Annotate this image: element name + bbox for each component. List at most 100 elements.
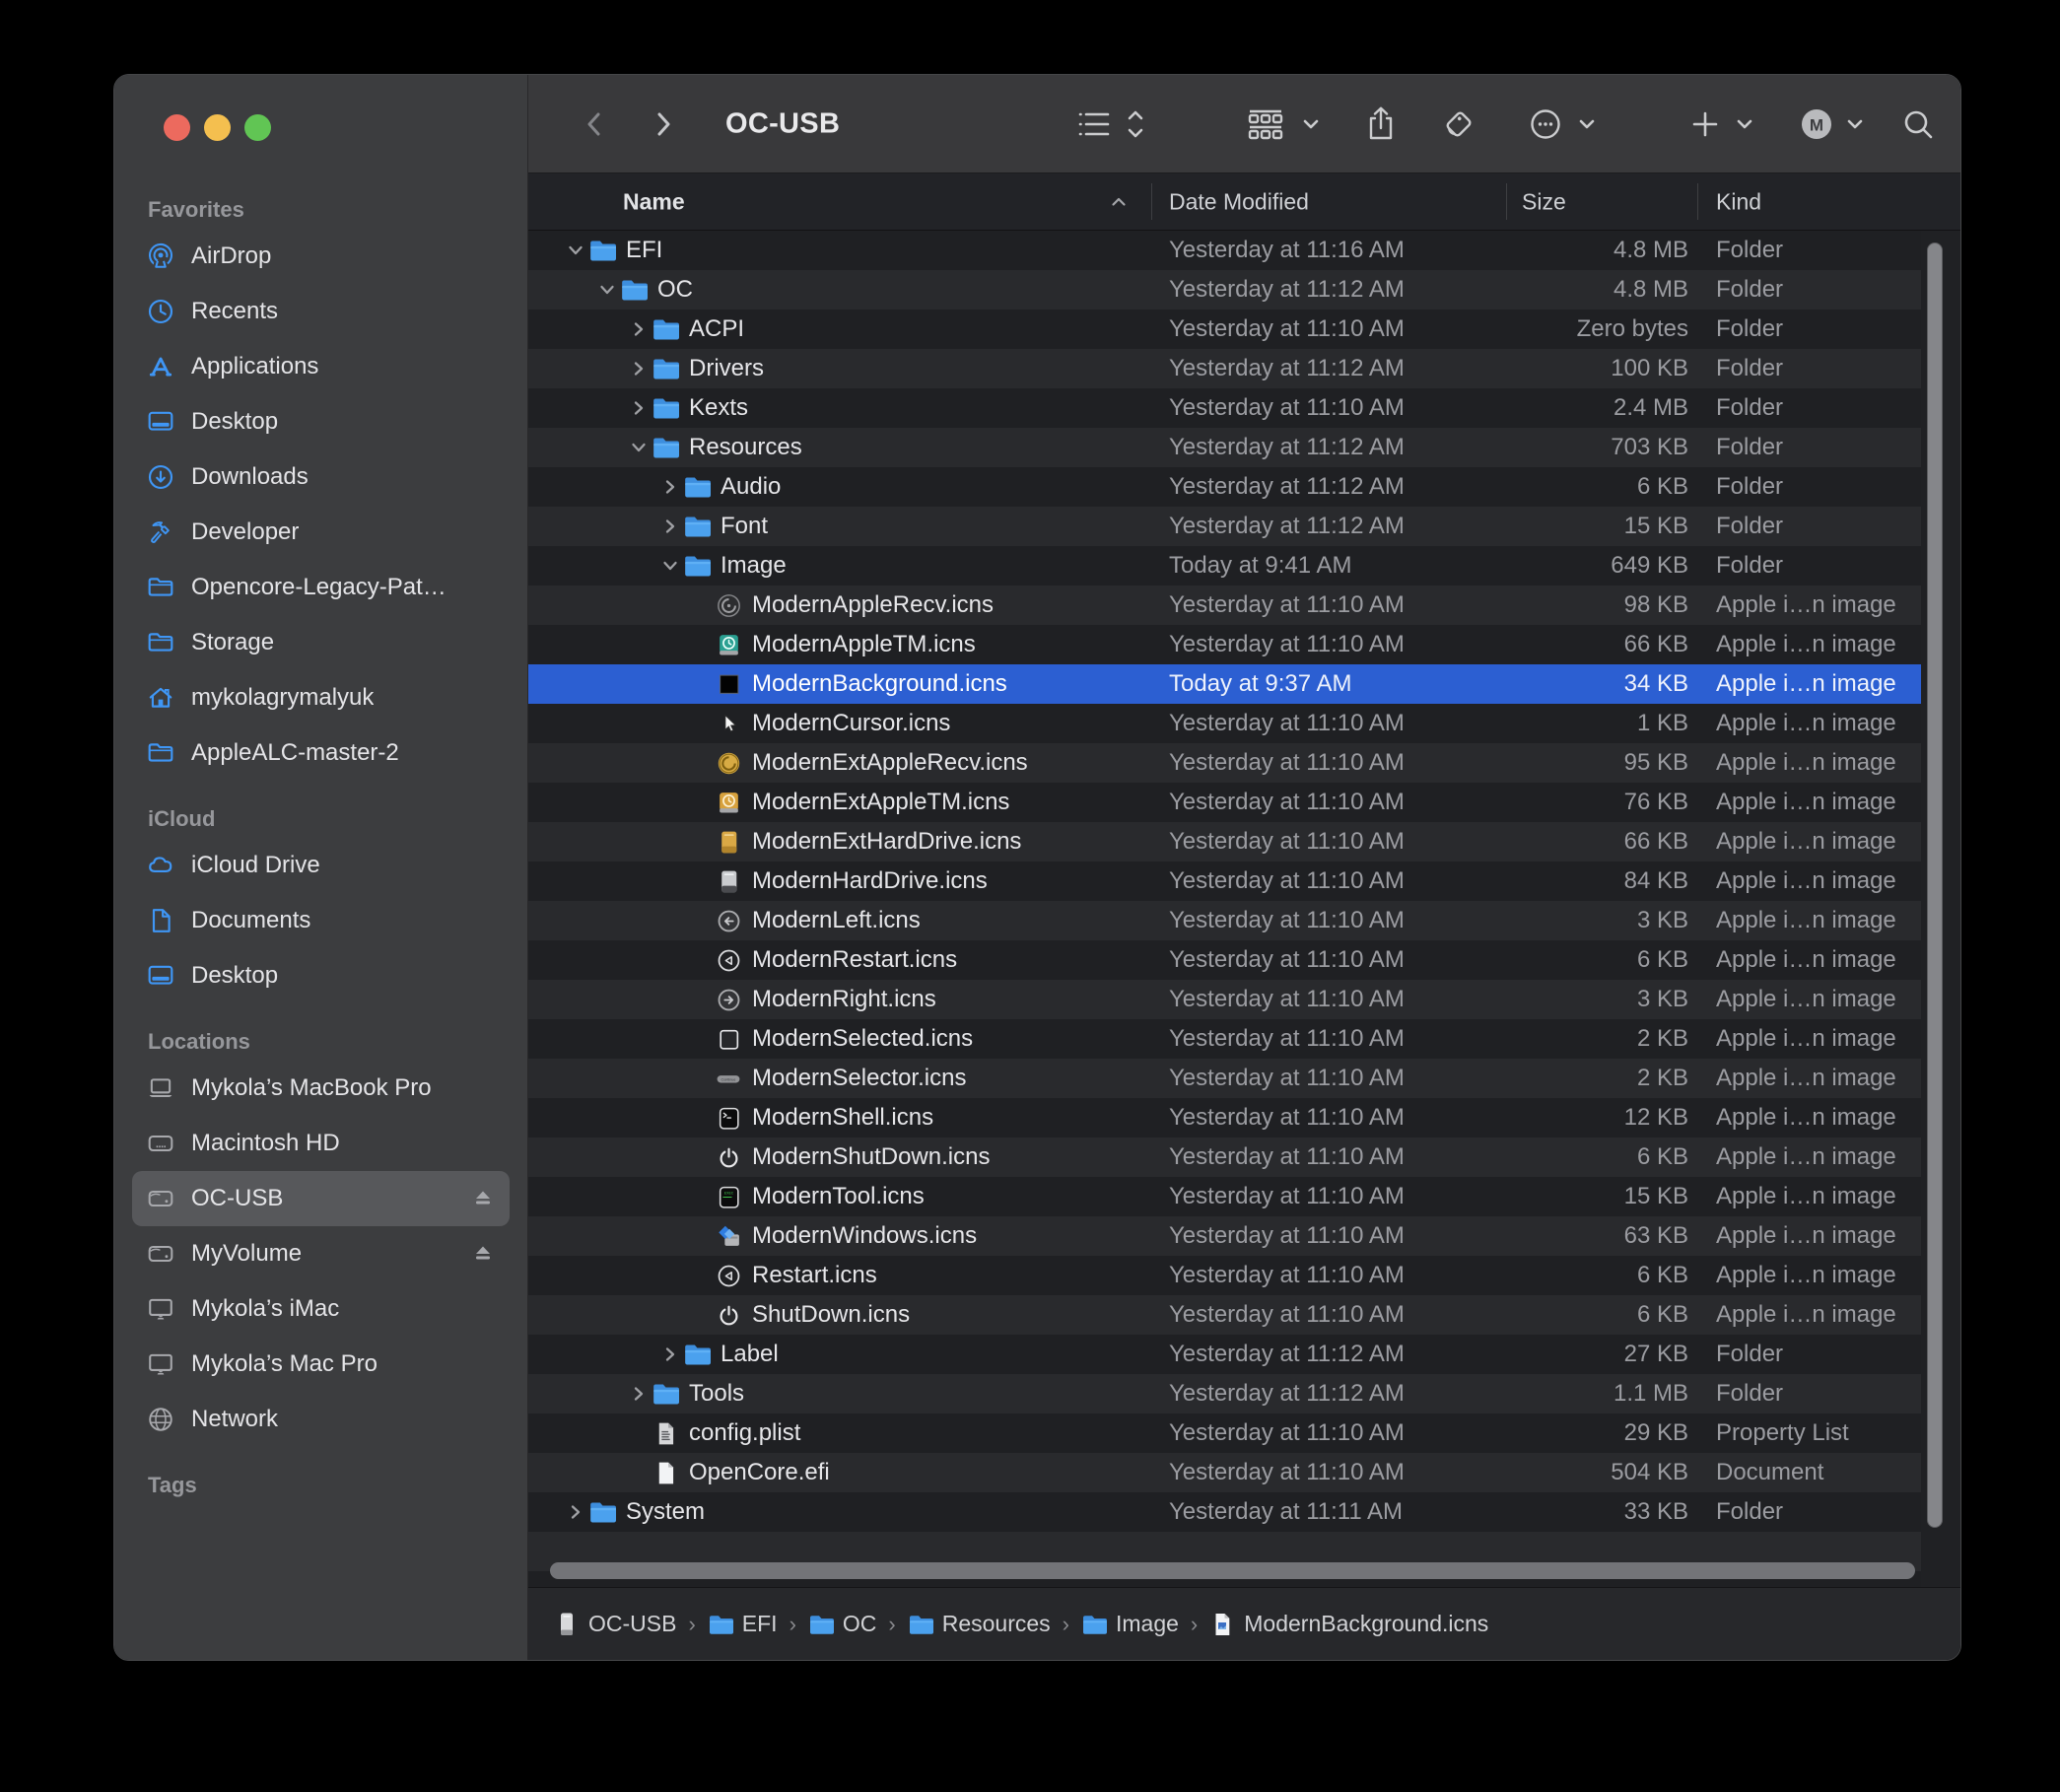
column-date-modified[interactable]: Date Modified [1169, 188, 1309, 215]
table-row[interactable]: ModernRight.icnsYesterday at 11:10 AM3 K… [528, 980, 1921, 1019]
sidebar-item-mykola-s-imac[interactable]: Mykola’s iMac [132, 1281, 510, 1337]
disclosure-closed-icon[interactable] [563, 1492, 588, 1532]
list-view-button[interactable] [1076, 108, 1112, 140]
vertical-scrollbar[interactable] [1927, 242, 1943, 1528]
sidebar-item-documents[interactable]: Documents [132, 893, 510, 948]
table-row[interactable]: ModernExtHardDrive.icnsYesterday at 11:1… [528, 822, 1921, 862]
column-divider[interactable] [1151, 183, 1152, 220]
group-view-button[interactable] [1246, 107, 1285, 141]
breadcrumb-item[interactable]: OC [808, 1611, 877, 1637]
table-row[interactable]: ModernAppleRecv.icnsYesterday at 11:10 A… [528, 586, 1921, 625]
disclosure-closed-icon[interactable] [657, 1335, 683, 1374]
avatar-chevron-icon[interactable] [1843, 112, 1867, 136]
table-row[interactable]: ImageToday at 9:41 AM649 KBFolder [528, 546, 1921, 586]
table-row[interactable]: EFIYesterday at 11:16 AM4.8 MBFolder [528, 231, 1921, 270]
column-divider[interactable] [1506, 183, 1507, 220]
disclosure-closed-icon[interactable] [657, 467, 683, 507]
sidebar-item-recents[interactable]: Recents [132, 284, 510, 339]
group-chevron-icon[interactable] [1299, 112, 1323, 136]
eject-icon[interactable] [470, 1186, 496, 1211]
forward-button[interactable] [649, 107, 678, 141]
table-row[interactable]: ToolsYesterday at 11:12 AM1.1 MBFolder [528, 1374, 1921, 1413]
add-chevron-icon[interactable] [1733, 112, 1756, 136]
disclosure-open-icon[interactable] [563, 231, 588, 270]
table-row[interactable]: ModernLeft.icnsYesterday at 11:10 AM3 KB… [528, 901, 1921, 940]
disclosure-open-icon[interactable] [657, 546, 683, 586]
table-row[interactable]: ModernRestart.icnsYesterday at 11:10 AM6… [528, 940, 1921, 980]
sidebar-item-downloads[interactable]: Downloads [132, 449, 510, 505]
sidebar-item-macintosh-hd[interactable]: Macintosh HD [132, 1116, 510, 1171]
sort-ascending-icon[interactable] [1108, 191, 1130, 213]
horizontal-scrollbar[interactable] [550, 1562, 1915, 1579]
sidebar-item-myvolume[interactable]: MyVolume [132, 1226, 510, 1281]
table-row[interactable]: Restart.icnsYesterday at 11:10 AM6 KBApp… [528, 1256, 1921, 1295]
breadcrumb-item[interactable]: OC-USB [554, 1611, 676, 1637]
sidebar-item-mykola-s-macbook-pro[interactable]: Mykola’s MacBook Pro [132, 1061, 510, 1116]
column-size[interactable]: Size [1522, 188, 1566, 215]
disclosure-closed-icon[interactable] [626, 349, 652, 388]
column-kind[interactable]: Kind [1716, 188, 1761, 215]
sidebar-item-airdrop[interactable]: AirDrop [132, 229, 510, 284]
table-row[interactable]: ModernExtAppleRecv.icnsYesterday at 11:1… [528, 743, 1921, 783]
zoom-button[interactable] [244, 114, 271, 141]
disclosure-closed-icon[interactable] [657, 507, 683, 546]
table-row[interactable]: ModernCursor.icnsYesterday at 11:10 AM1 … [528, 704, 1921, 743]
table-row[interactable]: SystemYesterday at 11:11 AM33 KBFolder [528, 1492, 1921, 1532]
sidebar-item-mykolagrymalyuk[interactable]: mykolagrymalyuk [132, 670, 510, 725]
table-row[interactable]: ModernExtAppleTM.icnsYesterday at 11:10 … [528, 783, 1921, 822]
table-row[interactable]: config.plistYesterday at 11:10 AM29 KBPr… [528, 1413, 1921, 1453]
table-row[interactable]: ACPIYesterday at 11:10 AMZero bytesFolde… [528, 310, 1921, 349]
breadcrumb-item[interactable]: Image [1081, 1611, 1179, 1637]
sidebar-item-desktop[interactable]: Desktop [132, 394, 510, 449]
table-row[interactable]: EXECModernTool.icnsYesterday at 11:10 AM… [528, 1177, 1921, 1216]
disclosure-closed-icon[interactable] [626, 310, 652, 349]
table-row[interactable]: ModernSelected.icnsYesterday at 11:10 AM… [528, 1019, 1921, 1059]
close-button[interactable] [164, 114, 190, 141]
table-row[interactable]: ModernShutDown.icnsYesterday at 11:10 AM… [528, 1137, 1921, 1177]
sort-updown-icon[interactable] [1124, 106, 1147, 142]
sidebar-item-storage[interactable]: Storage [132, 615, 510, 670]
table-row[interactable]: ShutDown.icnsYesterday at 11:10 AM6 KBAp… [528, 1295, 1921, 1335]
disclosure-open-icon[interactable] [594, 270, 620, 310]
disclosure-closed-icon[interactable] [626, 388, 652, 428]
table-row[interactable]: KextsYesterday at 11:10 AM2.4 MBFolder [528, 388, 1921, 428]
tag-button[interactable] [1441, 106, 1476, 142]
column-divider[interactable] [1697, 183, 1698, 220]
back-button[interactable] [580, 107, 609, 141]
disclosure-open-icon[interactable] [626, 428, 652, 467]
breadcrumb-item[interactable]: EFI [708, 1611, 778, 1637]
table-row[interactable]: ModernAppleTM.icnsYesterday at 11:10 AM6… [528, 625, 1921, 664]
table-row[interactable]: ContinueModernSelector.icnsYesterday at … [528, 1059, 1921, 1098]
table-row[interactable]: AudioYesterday at 11:12 AM6 KBFolder [528, 467, 1921, 507]
sidebar-item-network[interactable]: Network [132, 1392, 510, 1447]
sidebar-item-oc-usb[interactable]: OC-USB [132, 1171, 510, 1226]
column-name[interactable]: Name [623, 188, 685, 215]
table-row[interactable]: ModernWindows.icnsYesterday at 11:10 AM6… [528, 1216, 1921, 1256]
table-row[interactable]: FontYesterday at 11:12 AM15 KBFolder [528, 507, 1921, 546]
table-row[interactable]: ModernHardDrive.icnsYesterday at 11:10 A… [528, 862, 1921, 901]
breadcrumb-item[interactable]: Resources [908, 1611, 1051, 1637]
table-row[interactable]: ModernShell.icnsYesterday at 11:10 AM12 … [528, 1098, 1921, 1137]
table-row[interactable]: ResourcesYesterday at 11:12 AM703 KBFold… [528, 428, 1921, 467]
table-row[interactable]: OCYesterday at 11:12 AM4.8 MBFolder [528, 270, 1921, 310]
table-row[interactable]: DriversYesterday at 11:12 AM100 KBFolder [528, 349, 1921, 388]
minimize-button[interactable] [204, 114, 231, 141]
more-options-button[interactable] [1528, 106, 1563, 142]
table-row[interactable]: OpenCore.efiYesterday at 11:10 AM504 KBD… [528, 1453, 1921, 1492]
sidebar-item-icloud-drive[interactable]: iCloud Drive [132, 838, 510, 893]
sidebar-item-developer[interactable]: Developer [132, 505, 510, 560]
table-row[interactable]: ModernBackground.icnsToday at 9:37 AM34 … [528, 664, 1921, 704]
account-avatar[interactable]: M [1798, 105, 1835, 143]
eject-icon[interactable] [470, 1241, 496, 1267]
search-button[interactable] [1900, 106, 1936, 142]
sidebar-item-mykola-s-mac-pro[interactable]: Mykola’s Mac Pro [132, 1337, 510, 1392]
sidebar-item-applealc-master-2[interactable]: AppleALC-master-2 [132, 725, 510, 781]
add-button[interactable] [1689, 108, 1721, 140]
sidebar-item-applications[interactable]: Applications [132, 339, 510, 394]
sidebar-item-opencore-legacy-pat-[interactable]: Opencore-Legacy-Pat… [132, 560, 510, 615]
table-row[interactable]: LabelYesterday at 11:12 AM27 KBFolder [528, 1335, 1921, 1374]
share-button[interactable] [1364, 105, 1398, 143]
disclosure-closed-icon[interactable] [626, 1374, 652, 1413]
more-chevron-icon[interactable] [1575, 112, 1599, 136]
breadcrumb-item[interactable]: ModernBackground.icns [1209, 1611, 1488, 1637]
